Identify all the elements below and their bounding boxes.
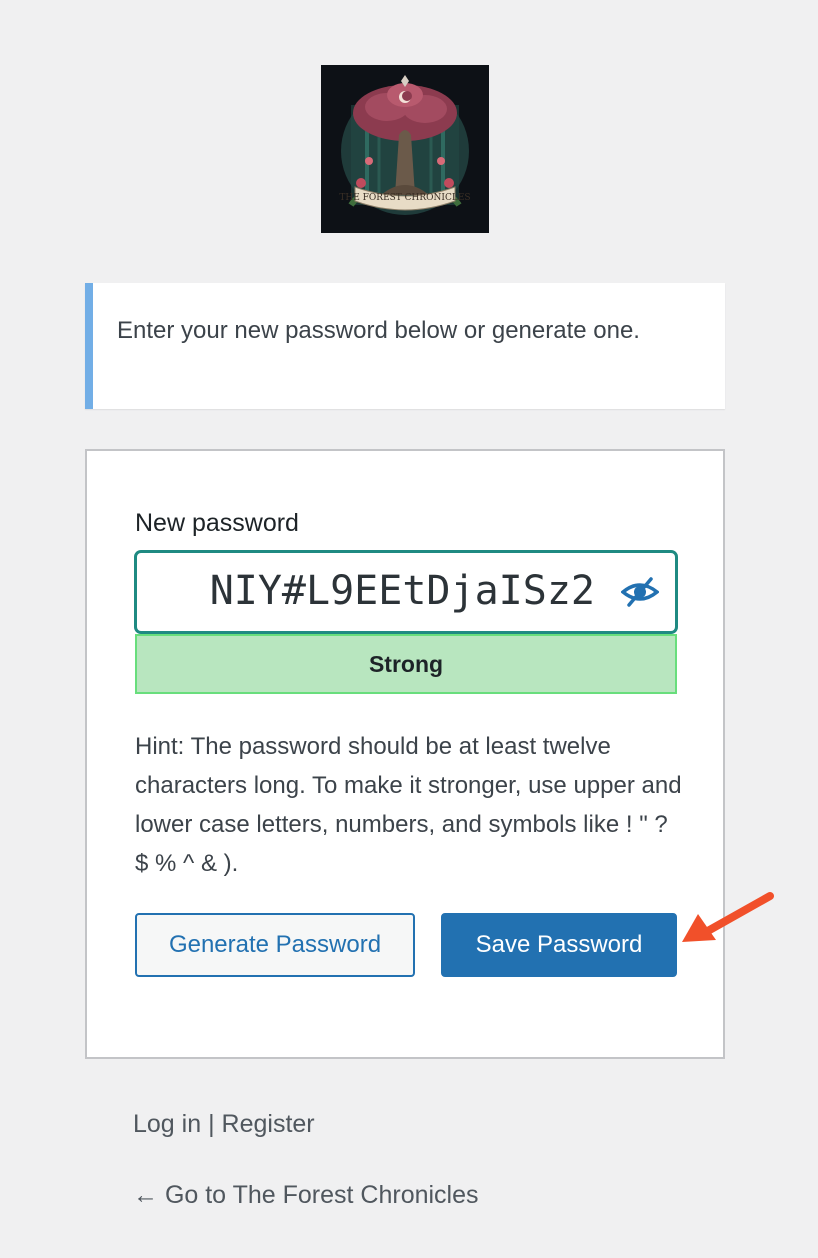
eye-slash-icon xyxy=(621,577,659,607)
save-password-button[interactable]: Save Password xyxy=(441,913,677,977)
site-logo[interactable]: THE FOREST CHRONICLES xyxy=(321,65,489,233)
forest-chronicles-logo-image: THE FOREST CHRONICLES xyxy=(321,65,489,233)
login-register-nav: Log in | Register xyxy=(133,1110,315,1139)
new-password-label: New password xyxy=(135,509,299,537)
nav-separator: | xyxy=(208,1110,215,1138)
arrow-pointer-icon xyxy=(682,892,774,942)
password-hint: Hint: The password should be at least tw… xyxy=(135,733,682,877)
login-link[interactable]: Log in xyxy=(133,1110,201,1138)
back-to-site: ← Go to The Forest Chronicles xyxy=(133,1181,479,1210)
info-message: Enter your new password below or generat… xyxy=(85,283,725,409)
hide-password-button[interactable] xyxy=(619,573,661,611)
password-strength-meter: Strong xyxy=(135,634,677,694)
back-to-site-link[interactable]: ← Go to The Forest Chronicles xyxy=(133,1181,479,1209)
register-link[interactable]: Register xyxy=(222,1110,315,1138)
generate-password-button[interactable]: Generate Password xyxy=(135,913,415,977)
new-password-input[interactable]: NIY#L9EEtDjaISz2 xyxy=(135,551,677,633)
svg-text:THE FOREST CHRONICLES: THE FOREST CHRONICLES xyxy=(339,193,470,203)
reset-password-form: New password NIY#L9EEtDjaISz2 Strong Hin… xyxy=(85,449,725,1059)
info-message-text: Enter your new password below or generat… xyxy=(117,317,640,344)
password-value: NIY#L9EEtDjaISz2 xyxy=(209,568,595,614)
